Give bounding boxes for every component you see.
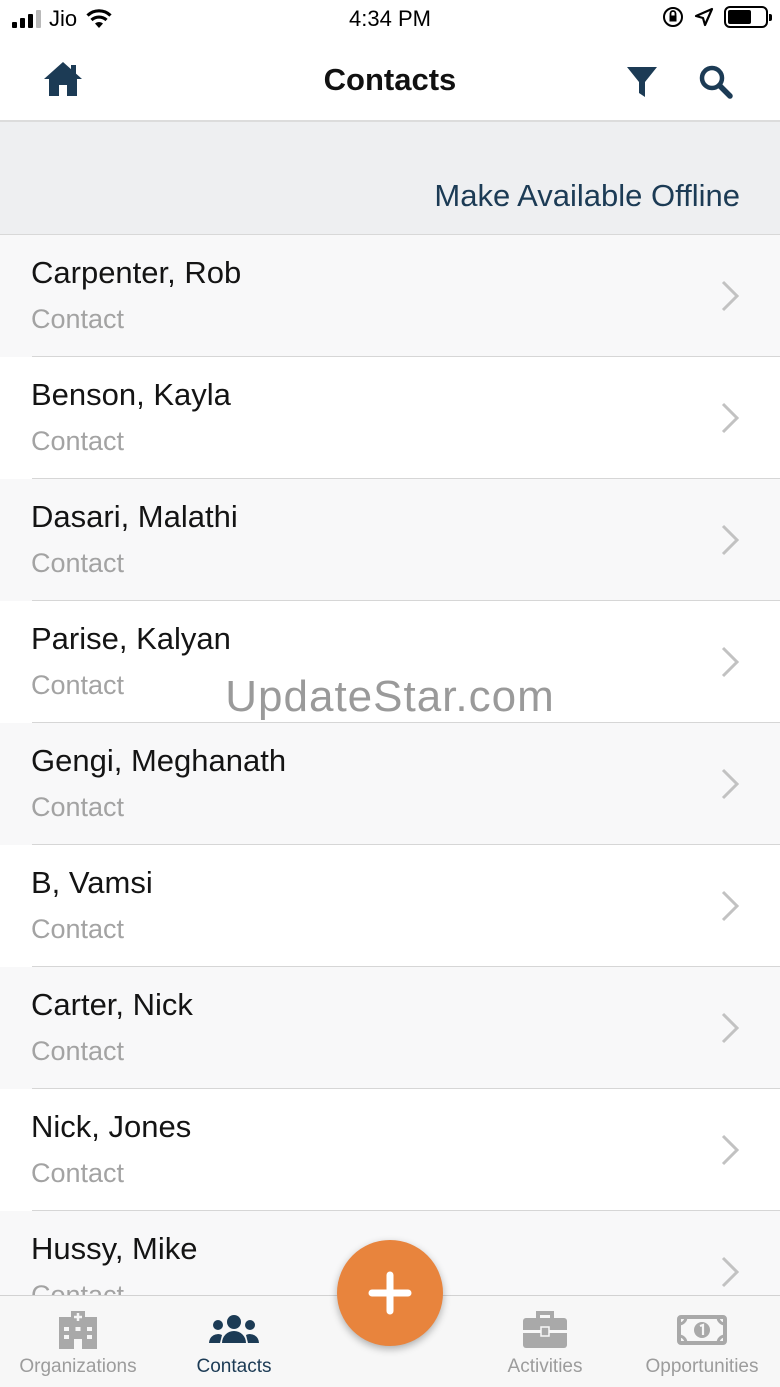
contact-name: Gengi, Meghanath	[31, 743, 287, 778]
chevron-right-icon	[721, 280, 740, 312]
contact-type: Contact	[31, 1036, 125, 1066]
list-item[interactable]: Dasari, Malathi Contact	[0, 479, 780, 601]
tab-organizations[interactable]: Organizations	[6, 1296, 150, 1387]
chevron-right-icon	[721, 1256, 740, 1288]
contact-list: Carpenter, Rob Contact Benson, Kayla Con…	[0, 235, 780, 1295]
chevron-right-icon	[721, 1012, 740, 1044]
page-title: Contacts	[323, 62, 457, 97]
contact-name: Hussy, Mike	[31, 1231, 198, 1266]
watermark: UpdateStar.com	[225, 672, 555, 721]
offline-bar: Make Available Offline	[0, 122, 780, 235]
chevron-right-icon	[721, 768, 740, 800]
search-icon[interactable]	[698, 64, 734, 100]
add-button[interactable]	[337, 1240, 443, 1346]
status-indicators	[662, 6, 772, 28]
status-bar: Jio 4:34 PM	[0, 0, 780, 40]
filter-icon[interactable]	[624, 64, 660, 100]
list-item[interactable]: Benson, Kayla Contact	[0, 357, 780, 479]
chevron-right-icon	[721, 524, 740, 556]
list-item[interactable]: B, Vamsi Contact	[0, 845, 780, 967]
list-item[interactable]: Carter, Nick Contact	[0, 967, 780, 1089]
contact-name: Carpenter, Rob	[31, 255, 242, 290]
battery-icon	[724, 6, 772, 28]
location-icon	[694, 7, 714, 27]
make-available-offline-button[interactable]: Make Available Offline	[434, 178, 740, 214]
chevron-right-icon	[721, 890, 740, 922]
tab-label: Activities	[507, 1356, 583, 1377]
tab-activities[interactable]: Activities	[485, 1296, 605, 1387]
money-icon	[677, 1315, 727, 1345]
briefcase-icon	[523, 1311, 567, 1348]
list-item[interactable]: Nick, Jones Contact	[0, 1089, 780, 1211]
contact-type: Contact	[31, 1280, 125, 1295]
contact-type: Contact	[31, 426, 125, 456]
chevron-right-icon	[721, 1134, 740, 1166]
battery-fill	[728, 10, 752, 24]
contact-type: Contact	[31, 304, 125, 334]
contact-type: Contact	[31, 1158, 125, 1188]
contact-name: Carter, Nick	[31, 987, 193, 1022]
tab-label: Opportunities	[645, 1356, 759, 1377]
tab-label: Contacts	[196, 1356, 272, 1377]
building-icon	[59, 1311, 97, 1349]
contact-name: Nick, Jones	[31, 1109, 192, 1144]
tab-contacts[interactable]: Contacts	[174, 1296, 294, 1387]
plus-icon	[368, 1271, 412, 1315]
list-item[interactable]: Carpenter, Rob Contact	[0, 235, 780, 357]
contact-name: B, Vamsi	[31, 865, 153, 900]
contact-name: Parise, Kalyan	[31, 621, 231, 656]
contact-type: Contact	[31, 914, 125, 944]
tab-opportunities[interactable]: Opportunities	[630, 1296, 774, 1387]
contact-type: Contact	[31, 548, 125, 578]
nav-bar: Contacts	[0, 40, 780, 122]
tab-label: Organizations	[19, 1356, 137, 1377]
contact-type: Contact	[31, 792, 125, 822]
list-item[interactable]: Gengi, Meghanath Contact	[0, 723, 780, 845]
contact-name: Dasari, Malathi	[31, 499, 238, 534]
people-icon	[209, 1315, 259, 1343]
orientation-lock-icon	[663, 7, 683, 27]
chevron-right-icon	[721, 402, 740, 434]
contact-name: Benson, Kayla	[31, 377, 231, 412]
